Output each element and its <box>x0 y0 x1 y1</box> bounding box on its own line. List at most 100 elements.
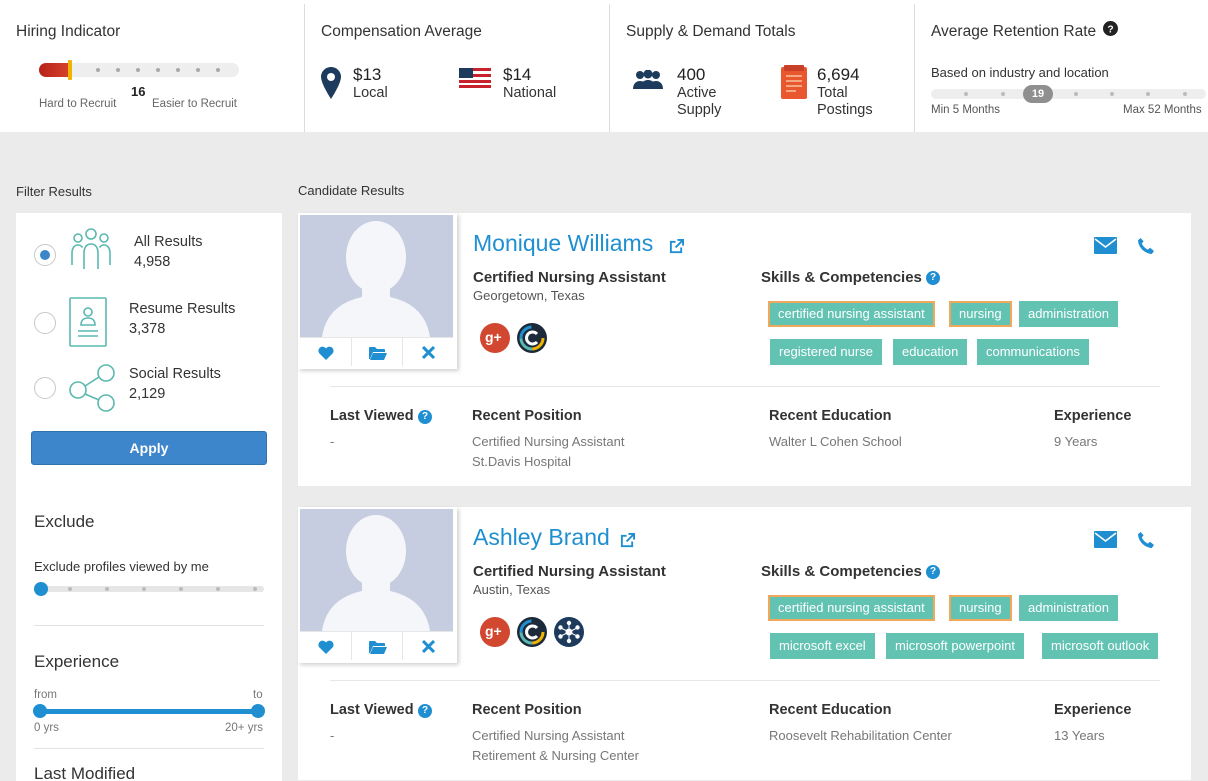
help-icon[interactable]: ? <box>1103 21 1118 36</box>
network-hub-icon[interactable] <box>554 617 584 647</box>
slider-tick <box>142 587 146 591</box>
exclude-slider-handle[interactable] <box>34 582 48 596</box>
social-results-radio[interactable] <box>34 377 56 399</box>
candidate-name-link[interactable]: Ashley Brand <box>473 524 610 551</box>
profile-source-icon[interactable] <box>517 323 547 353</box>
phone-icon[interactable] <box>1137 531 1155 549</box>
google-plus-icon[interactable]: g+ <box>480 323 510 353</box>
dismiss-button[interactable] <box>402 338 453 366</box>
experience-value: 13 Years <box>1054 728 1105 743</box>
help-icon[interactable]: ? <box>926 271 940 285</box>
skill-tag[interactable]: nursing <box>949 595 1012 621</box>
national-compensation-label: National <box>503 85 557 101</box>
retention-value: 19 <box>1023 85 1053 103</box>
favorite-button[interactable] <box>300 632 351 660</box>
retention-min-label: Min 5 Months <box>931 104 1001 116</box>
slider-tick <box>1110 92 1114 96</box>
slider-tick <box>253 587 257 591</box>
save-to-folder-button[interactable] <box>351 632 402 660</box>
divider <box>330 680 1160 681</box>
people-group-icon <box>633 70 663 89</box>
skills-heading: Skills & Competencies <box>761 563 922 580</box>
hiring-indicator-card: Hiring Indicator 16 Hard to Recruit Easi… <box>0 4 304 132</box>
skill-tag[interactable]: communications <box>977 339 1089 365</box>
last-modified-heading: Last Modified <box>34 764 136 781</box>
skill-tag[interactable]: education <box>893 339 968 365</box>
folder-open-icon <box>369 641 387 654</box>
help-icon[interactable]: ? <box>926 565 940 579</box>
recent-education-value: Walter L Cohen School <box>769 434 902 449</box>
recent-education-heading: Recent Education <box>769 702 892 718</box>
gauge-tick <box>156 68 160 72</box>
skill-tag[interactable]: microsoft outlook <box>1042 633 1159 659</box>
dismiss-button[interactable] <box>402 632 453 660</box>
supply-demand-card: Supply & Demand Totals 400 Active Supply… <box>609 4 914 132</box>
external-link-icon[interactable] <box>620 533 635 548</box>
avatar-silhouette-icon <box>322 515 430 631</box>
resume-results-title: Resume Results <box>129 301 236 317</box>
gauge-tick <box>196 68 200 72</box>
exclude-toggle-slider[interactable] <box>34 582 264 596</box>
skill-tag[interactable]: administration <box>1019 595 1118 621</box>
candidate-card: Monique Williams Certified Nursing Assis… <box>298 213 1191 486</box>
favorite-button[interactable] <box>300 338 351 366</box>
skill-tag[interactable]: nursing <box>949 301 1012 327</box>
total-postings-value: 6,694 <box>817 65 860 84</box>
email-icon[interactable] <box>1094 237 1117 254</box>
compensation-title: Compensation Average <box>321 23 482 40</box>
last-viewed-heading: Last Viewed <box>330 408 414 424</box>
retention-title: Average Retention Rate <box>931 23 1097 40</box>
skill-tag[interactable]: registered nurse <box>770 339 882 365</box>
active-supply-value: 400 <box>677 65 706 84</box>
divider <box>330 386 1160 387</box>
experience-max-handle[interactable] <box>251 704 265 718</box>
help-icon[interactable]: ? <box>418 704 432 718</box>
close-icon <box>422 640 435 653</box>
compensation-card: Compensation Average $13 Local $14 Natio… <box>304 4 609 132</box>
phone-icon[interactable] <box>1137 237 1155 255</box>
email-icon[interactable] <box>1094 531 1117 548</box>
apply-button[interactable]: Apply <box>31 431 267 465</box>
help-icon[interactable]: ? <box>418 410 432 424</box>
external-link-icon[interactable] <box>669 239 684 254</box>
save-to-folder-button[interactable] <box>351 338 402 366</box>
location-pin-icon <box>321 67 341 99</box>
total-postings-label-2: Postings <box>817 102 873 118</box>
resume-document-icon <box>69 297 107 347</box>
google-plus-icon[interactable]: g+ <box>480 617 510 647</box>
national-compensation-value: $14 <box>503 65 532 84</box>
skill-tag[interactable]: microsoft powerpoint <box>886 633 1024 659</box>
recent-position-value: Certified Nursing Assistant <box>472 728 625 743</box>
slider-tick <box>1074 92 1078 96</box>
active-supply-label-2: Supply <box>677 102 722 118</box>
slider-tick <box>1001 92 1005 96</box>
social-results-title: Social Results <box>129 366 221 382</box>
skill-tag[interactable]: administration <box>1019 301 1118 327</box>
all-results-radio[interactable] <box>34 244 56 266</box>
experience-min-handle[interactable] <box>33 704 47 718</box>
candidate-photo-frame <box>298 507 457 663</box>
resume-results-radio[interactable] <box>34 312 56 334</box>
filter-results-label: Filter Results <box>16 184 92 199</box>
folder-open-icon <box>369 347 387 360</box>
gauge-tick <box>96 68 100 72</box>
skill-tag[interactable]: certified nursing assistant <box>768 595 935 621</box>
resume-results-count: 3,378 <box>129 321 166 337</box>
skill-tag[interactable]: microsoft excel <box>770 633 875 659</box>
slider-tick <box>105 587 109 591</box>
profile-source-icon[interactable] <box>517 617 547 647</box>
candidate-results-label: Candidate Results <box>298 183 405 198</box>
heart-icon <box>318 640 334 654</box>
divider <box>34 625 264 626</box>
slider-tick <box>1183 92 1187 96</box>
hiring-indicator-value: 16 <box>131 84 146 99</box>
experience-range-slider[interactable] <box>33 704 265 718</box>
recent-position-heading: Recent Position <box>472 702 582 718</box>
candidate-avatar <box>300 215 453 337</box>
local-compensation-label: Local <box>353 85 388 101</box>
experience-heading: Experience <box>1054 702 1132 718</box>
last-viewed-value: - <box>330 434 335 449</box>
candidate-name-link[interactable]: Monique Williams <box>473 230 653 257</box>
total-postings-label-1: Total <box>817 85 848 101</box>
skill-tag[interactable]: certified nursing assistant <box>768 301 935 327</box>
